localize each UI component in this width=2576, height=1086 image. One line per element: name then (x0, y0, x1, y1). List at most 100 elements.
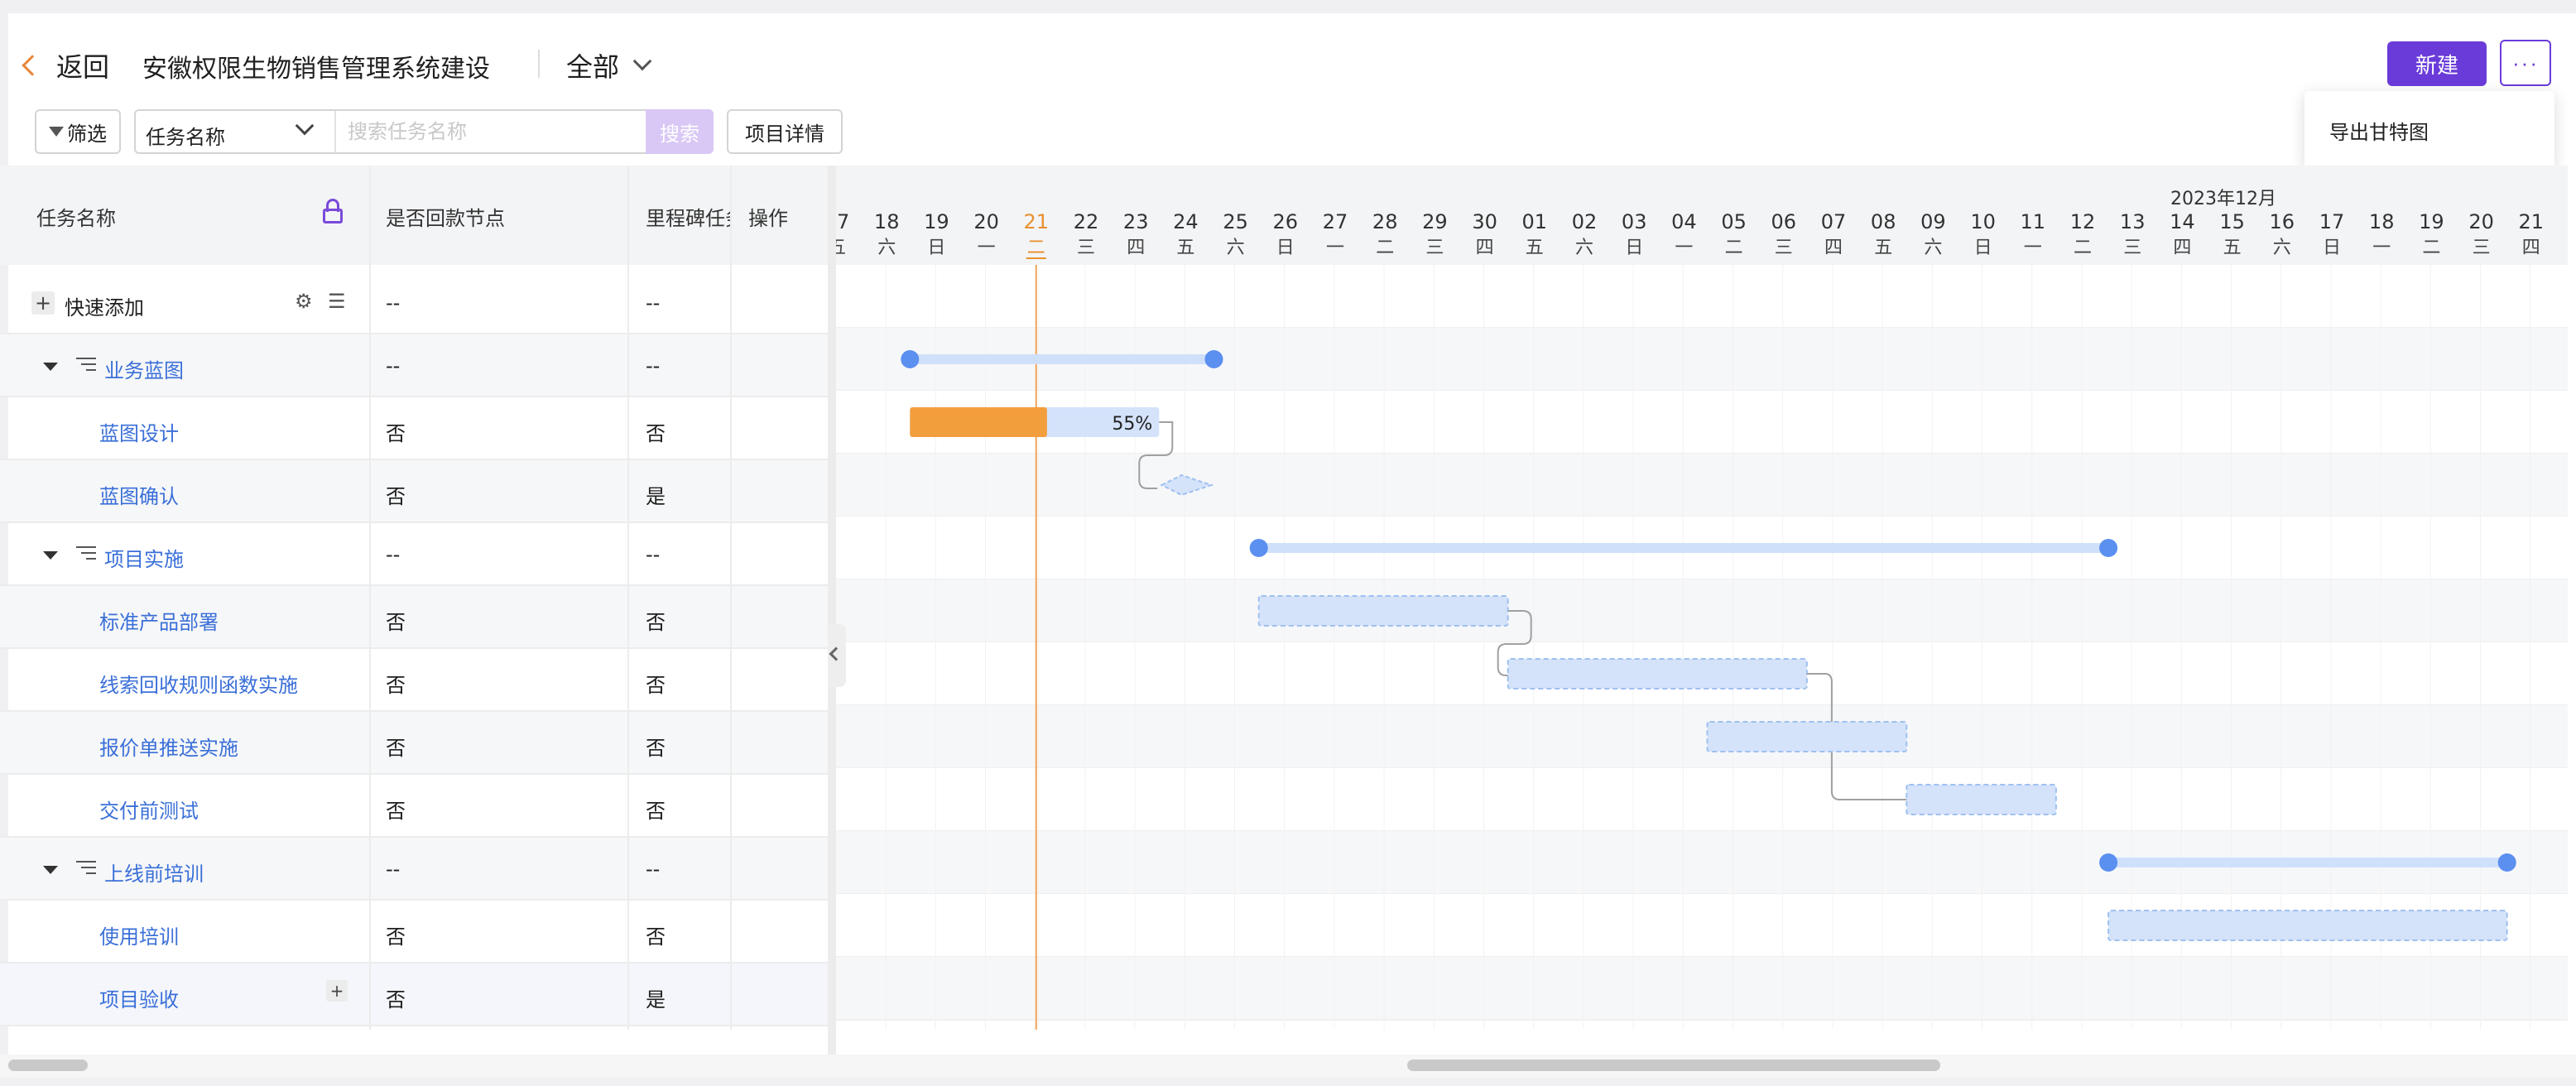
weekday-label: 二 (1376, 238, 1394, 258)
search-input[interactable] (348, 116, 596, 147)
weekday-label: 三 (2473, 238, 2491, 258)
group-start-handle (2099, 853, 2118, 872)
day-number-label: 17 (2319, 210, 2345, 233)
table-row[interactable]: 上线前培训 -- -- (0, 838, 833, 901)
weekday-label: 一 (2372, 238, 2391, 258)
list-indent-icon[interactable]: ☰ (328, 290, 346, 313)
milestone-value: -- (646, 543, 661, 566)
day-number-label: 28 (1372, 210, 1398, 233)
task-name[interactable]: 蓝图确认 (99, 480, 179, 509)
weekday-label: 六 (2273, 238, 2291, 258)
task-bar (1706, 721, 1908, 752)
day-number-label: 07 (1821, 210, 1847, 233)
task-name[interactable]: 报价单推送实施 (99, 732, 238, 761)
project-detail-button[interactable]: 项目详情 (727, 109, 843, 154)
weekday-label: 日 (1974, 238, 1992, 258)
weekday-label: 二 (1725, 238, 1743, 258)
table-row[interactable]: 业务蓝图 -- -- (0, 334, 833, 397)
filter-label: 筛选 (67, 122, 107, 146)
weekday-label: 四 (2522, 238, 2540, 258)
gantt-row-bg (836, 768, 2568, 831)
search-divider (334, 111, 336, 152)
task-name[interactable]: 蓝图设计 (99, 417, 179, 446)
weekday-label: 六 (1227, 238, 1245, 258)
day-number-label: 18 (2369, 210, 2395, 233)
day-number-label: 03 (1622, 210, 1647, 233)
add-subtask-icon[interactable]: + (326, 980, 348, 1002)
column-header-actions: 操作 (748, 207, 788, 230)
more-button[interactable]: ··· (2500, 40, 2551, 86)
task-name[interactable]: 使用培训 (99, 920, 179, 949)
task-name[interactable]: 线索回收规则函数实施 (99, 669, 298, 698)
weekday-label: 日 (1625, 238, 1643, 258)
day-number-label: 18 (874, 210, 900, 233)
task-name[interactable]: 项目实施 (104, 543, 184, 572)
filter-button[interactable]: 筛选 (35, 109, 121, 154)
day-number-label: 26 (1273, 210, 1299, 233)
group-end-handle (1204, 350, 1223, 368)
task-name[interactable]: 项目验收 (99, 983, 179, 1012)
milestone-value: 否 (646, 925, 666, 949)
lock-icon[interactable] (323, 199, 343, 223)
weekday-label: 六 (1575, 238, 1593, 258)
back-button[interactable]: 返回 (22, 46, 109, 84)
payment-node-value: 否 (386, 737, 406, 760)
gantt-scrollbar-thumb[interactable] (1407, 1060, 1940, 1071)
payment-node-value: 否 (386, 988, 406, 1012)
day-number-label: 05 (1721, 210, 1747, 233)
task-name[interactable]: 标准产品部署 (99, 606, 219, 635)
day-number-label: 10 (1970, 210, 1996, 233)
group-summary-bar (1258, 543, 2109, 553)
pane-splitter[interactable] (828, 166, 836, 1064)
sort-settings-icon[interactable]: ⚙ (295, 290, 313, 313)
weekday-label: 一 (1326, 238, 1344, 258)
table-row[interactable]: 线索回收规则函数实施 否 否 (0, 649, 833, 712)
day-number-label: 06 (1771, 210, 1797, 233)
horizontal-scrollbar-track (0, 1055, 2576, 1078)
plus-icon[interactable]: + (31, 291, 55, 315)
group-list-icon (76, 358, 96, 374)
day-number-label: 23 (1123, 210, 1149, 233)
payment-node-value: -- (386, 291, 401, 315)
weekday-label: 五 (2223, 238, 2242, 258)
table-row[interactable]: 蓝图设计 否 否 (0, 397, 833, 460)
quick-add-label[interactable]: 快速添加 (65, 291, 144, 320)
expand-caret-icon[interactable] (43, 551, 58, 560)
table-row[interactable]: 报价单推送实施 否 否 (0, 712, 833, 775)
expand-caret-icon[interactable] (43, 363, 58, 371)
table-scrollbar-thumb[interactable] (8, 1060, 88, 1071)
weekday-label: 六 (1924, 238, 1942, 258)
search-field-select[interactable]: 任务名称 (146, 121, 225, 150)
table-row[interactable]: 标准产品部署 否 否 (0, 586, 833, 649)
expand-caret-icon[interactable] (43, 866, 58, 874)
new-button[interactable]: 新建 (2387, 41, 2487, 86)
weekday-label: 三 (1077, 238, 1095, 258)
gantt-row-bg (836, 579, 2568, 642)
weekday-label: 四 (1824, 238, 1843, 258)
menu-item-export-gantt[interactable]: 导出甘特图 (2329, 116, 2429, 145)
weekday-label: 日 (2323, 238, 2341, 258)
table-row[interactable]: 使用培训 否 否 (0, 901, 833, 963)
table-row[interactable]: 项目验收 + 否 是 (0, 963, 833, 1026)
task-name[interactable]: 上线前培训 (104, 858, 204, 887)
gantt-row-bg (836, 454, 2568, 517)
task-name[interactable]: 交付前测试 (99, 795, 199, 824)
group-summary-bar (910, 354, 1214, 364)
collapse-pane-button[interactable] (828, 624, 846, 687)
table-row[interactable]: 蓝图确认 否 是 (0, 460, 833, 523)
weekday-label: 三 (2123, 238, 2141, 258)
search-button[interactable]: 搜索 (646, 109, 714, 154)
milestone-value: 否 (646, 674, 666, 697)
task-name[interactable]: 业务蓝图 (104, 354, 184, 383)
weekday-label: 日 (1276, 238, 1295, 258)
day-number-label: 04 (1671, 210, 1697, 233)
table-row[interactable]: 交付前测试 否 否 (0, 775, 833, 838)
table-row[interactable]: 项目实施 -- -- (0, 523, 833, 586)
scope-dropdown[interactable]: 全部 (566, 46, 652, 84)
funnel-icon (49, 127, 64, 137)
gantt-row-bg (836, 705, 2568, 768)
milestone-value: 否 (646, 737, 666, 760)
group-start-handle (1249, 539, 1268, 557)
payment-node-value: -- (386, 543, 401, 566)
column-header-milestone: 里程碑任务 (646, 207, 732, 230)
